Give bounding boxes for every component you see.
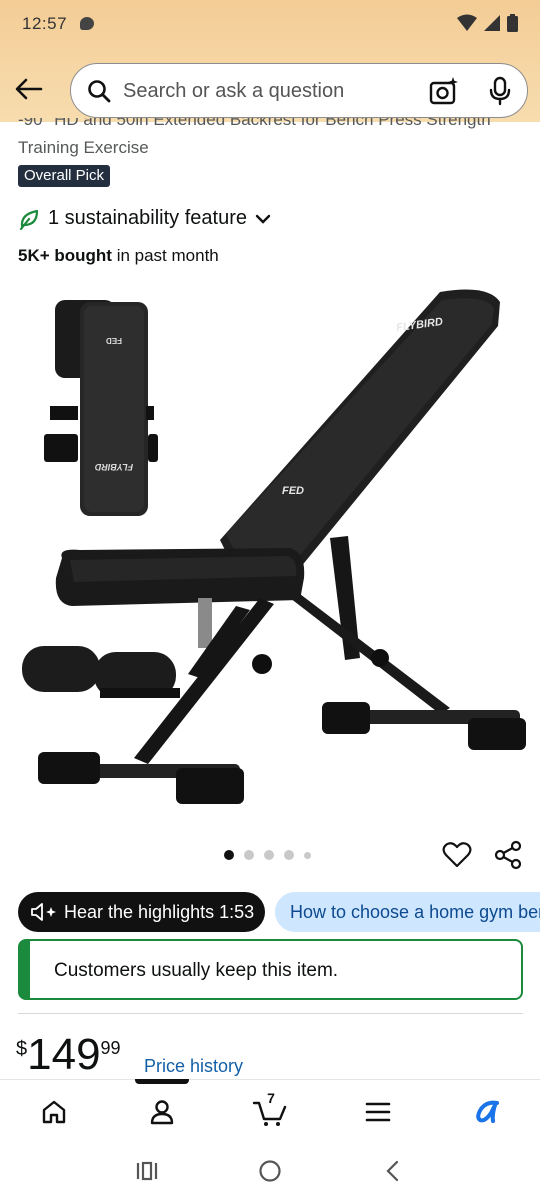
search-placeholder: Search or ask a question bbox=[123, 80, 345, 102]
backrest-logo-label: FED bbox=[282, 485, 304, 497]
carousel-dot[interactable] bbox=[264, 850, 274, 860]
back-button[interactable] bbox=[12, 72, 46, 106]
folded-brand-label: FLYBIRD bbox=[94, 462, 133, 472]
status-icons bbox=[457, 14, 518, 32]
bottom-tab-bar: 7 bbox=[0, 1079, 540, 1142]
status-time: 12:57 bbox=[22, 14, 68, 33]
price-fraction: 99 bbox=[100, 1038, 121, 1058]
search-input[interactable]: Search or ask a question bbox=[70, 63, 528, 118]
divider bbox=[18, 1013, 523, 1014]
keep-item-notice: Customers usually keep this item. bbox=[18, 939, 523, 1000]
voice-search-button[interactable] bbox=[487, 76, 513, 111]
app-screen: 12:57 Search or ask a question -90° HD a… bbox=[0, 0, 540, 1200]
status-bar: 12:57 bbox=[0, 0, 540, 48]
home-nav-button[interactable] bbox=[255, 1158, 285, 1184]
chat-notification-icon bbox=[80, 17, 94, 30]
price-whole: 149 bbox=[27, 1030, 101, 1079]
keep-item-text: Customers usually keep this item. bbox=[54, 960, 339, 981]
tab-cart[interactable]: 7 bbox=[250, 1090, 290, 1130]
leaf-icon bbox=[19, 209, 39, 230]
carousel-dot[interactable] bbox=[224, 850, 234, 860]
microphone-icon bbox=[489, 76, 511, 106]
recent-apps-icon bbox=[136, 1161, 158, 1181]
carousel-dot[interactable] bbox=[304, 851, 311, 859]
tab-home[interactable] bbox=[34, 1094, 74, 1130]
menu-icon bbox=[365, 1102, 391, 1122]
battery-icon bbox=[507, 14, 518, 32]
wifi-icon bbox=[457, 14, 477, 31]
tab-rufus[interactable] bbox=[466, 1094, 506, 1130]
home-circle-icon bbox=[259, 1160, 281, 1182]
cart-count: 7 bbox=[267, 1090, 275, 1106]
search-icon bbox=[88, 80, 111, 103]
back-nav-button[interactable] bbox=[378, 1158, 408, 1184]
camera-sparkle-icon bbox=[429, 77, 458, 105]
sustainability-label: 1 sustainability feature bbox=[48, 207, 248, 229]
home-icon bbox=[42, 1100, 66, 1124]
product-title: Training Exercise bbox=[18, 138, 149, 157]
sustainability-toggle[interactable]: 1 sustainability feature bbox=[18, 207, 271, 230]
carousel-dot[interactable] bbox=[284, 850, 294, 860]
signal-icon bbox=[484, 15, 500, 31]
heart-icon bbox=[442, 842, 472, 868]
camera-search-button[interactable] bbox=[429, 76, 459, 111]
account-icon bbox=[150, 1100, 174, 1125]
guide-chip[interactable]: How to choose a home gym bench bbox=[275, 892, 540, 932]
hear-highlights-button[interactable]: Hear the highlights 1:53 bbox=[18, 892, 265, 932]
weight-bench-image: FLYBIRD FED FLYBIRD FED bbox=[22, 289, 526, 804]
overall-pick-badge[interactable]: Overall Pick bbox=[18, 165, 111, 187]
price-history-link[interactable]: Price history bbox=[144, 1056, 243, 1077]
guide-chip-label: How to choose a home gym bench bbox=[290, 902, 540, 922]
tab-menu[interactable] bbox=[358, 1094, 398, 1130]
back-chevron-icon bbox=[386, 1160, 399, 1182]
folded-logo-label: FED bbox=[106, 336, 122, 345]
rufus-ai-icon bbox=[476, 1100, 499, 1123]
active-tab-indicator bbox=[135, 1079, 189, 1084]
recent-apps-button[interactable] bbox=[132, 1158, 162, 1184]
back-arrow-icon bbox=[15, 78, 43, 100]
hear-highlights-label: Hear the highlights 1:53 bbox=[64, 901, 255, 922]
system-nav-bar bbox=[0, 1142, 540, 1200]
carousel-dot[interactable] bbox=[244, 850, 254, 860]
add-to-list-button[interactable] bbox=[442, 840, 472, 875]
tab-account[interactable] bbox=[142, 1094, 182, 1130]
share-button[interactable] bbox=[493, 840, 523, 875]
folded-bench-image: FLYBIRD FED bbox=[44, 300, 158, 516]
image-carousel-dots bbox=[224, 850, 311, 860]
price: $ 149 99 bbox=[16, 1030, 121, 1080]
price-symbol: $ bbox=[16, 1038, 28, 1060]
bought-count: 5K+ bought in past month bbox=[18, 246, 219, 265]
share-icon bbox=[494, 840, 522, 870]
product-title-partial: -90° HD and 50in Extended Backrest for B… bbox=[18, 118, 491, 129]
product-image[interactable]: FLYBIRD FED FLYBIRD FED bbox=[0, 278, 540, 818]
speaker-sparkle-icon bbox=[31, 903, 56, 921]
chevron-down-icon bbox=[255, 214, 271, 224]
